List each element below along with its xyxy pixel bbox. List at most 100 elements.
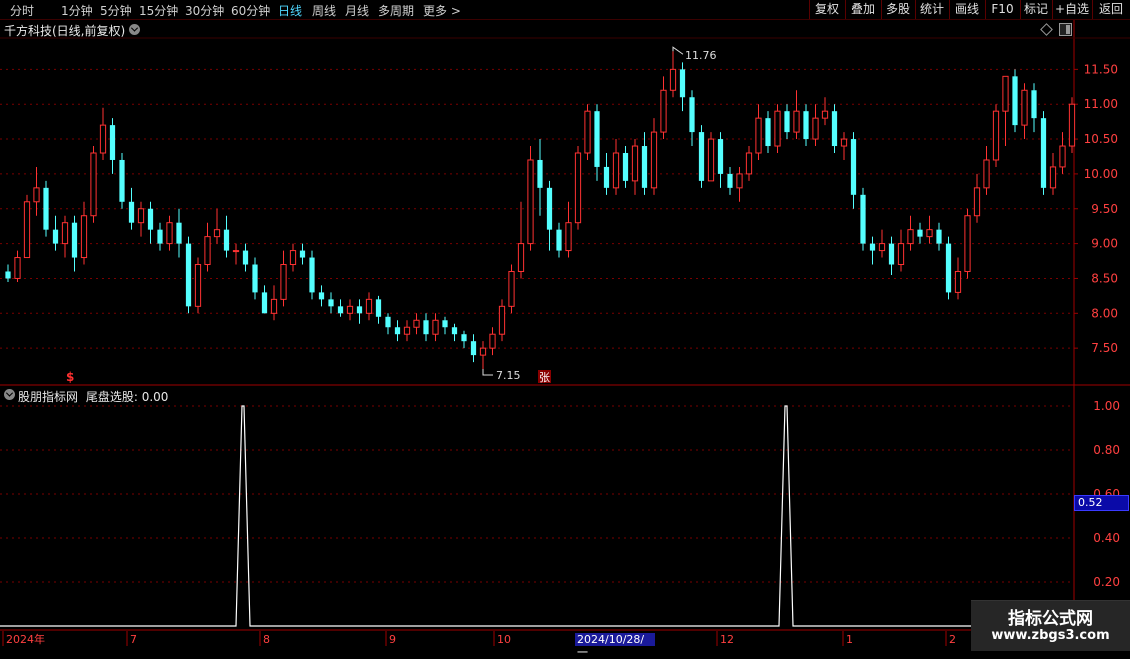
watermark: 指标公式网 www.zbgs3.com: [971, 600, 1130, 651]
price-tick-label: 11.00: [1084, 97, 1118, 111]
candle-body: [5, 271, 11, 279]
candle-body: [375, 299, 382, 317]
candle-body: [707, 138, 715, 182]
candle-body: [679, 69, 686, 98]
price-tick-label: 10.00: [1084, 167, 1118, 181]
candle-body: [176, 222, 182, 244]
candle-body: [394, 327, 401, 335]
candle-body: [565, 222, 572, 252]
candle-body: [109, 125, 116, 160]
date-tick-label: 2: [949, 633, 956, 646]
candle-body: [157, 229, 163, 244]
date-tick-label: 1: [846, 633, 853, 646]
candle-body: [612, 152, 620, 189]
candle-body: [1059, 145, 1066, 168]
panel-toggle-icon[interactable]: [1059, 23, 1072, 36]
indicator-tick-label: 1.00: [1093, 399, 1120, 413]
candle-body: [954, 270, 962, 293]
candle-body: [1031, 90, 1037, 119]
candle-body: [821, 110, 829, 119]
candle-body: [897, 243, 905, 266]
zhang-marker: 张: [539, 371, 550, 384]
candle-body: [755, 117, 762, 154]
candle-body: [80, 215, 88, 259]
candle-body: [232, 250, 240, 253]
date-tick-label: 10: [497, 633, 511, 646]
candle-body: [992, 110, 1000, 161]
watermark-title: 指标公式网: [1008, 609, 1093, 629]
candle-body: [584, 110, 591, 154]
candle-body: [137, 208, 145, 224]
high-pointer: [672, 46, 684, 55]
candle-body: [413, 319, 420, 328]
price-tick-label: 9.00: [1091, 237, 1118, 251]
candle-body: [594, 111, 600, 167]
candle-body: [99, 124, 107, 154]
candle-body: [498, 305, 506, 335]
indicator-site-name: 股朋指标网: [18, 390, 79, 404]
candle-body: [878, 243, 886, 252]
candle-body: [43, 187, 49, 230]
candle-body: [964, 215, 971, 272]
date-tick-label: 7: [130, 633, 137, 646]
indicator-line: [0, 405, 1074, 627]
indicator-cursor-value: 0.52: [1074, 495, 1129, 511]
candle-body: [1049, 166, 1057, 189]
candle-body: [261, 292, 268, 314]
candle-body: [299, 250, 306, 258]
candle-body: [385, 316, 391, 328]
stock-title: 千方科技(日线,前复权): [4, 24, 126, 38]
candle-body: [869, 243, 876, 251]
candle-body: [365, 298, 373, 314]
candle-body: [641, 146, 648, 188]
candle-body: [489, 333, 496, 349]
candle-body: [698, 132, 705, 181]
candle-body: [793, 110, 800, 133]
candle-body: [917, 229, 923, 237]
candle-body: [470, 341, 477, 356]
candle-body: [745, 152, 753, 175]
candle-body: [242, 250, 249, 265]
candle-body: [1040, 118, 1047, 188]
candle-body: [574, 152, 582, 224]
indicator-series-label: 尾盘选股: 0.00: [85, 390, 169, 404]
candle-body: [252, 264, 258, 293]
indicator-title: 股朋指标网 尾盘选股: 0.00: [18, 388, 168, 405]
price-tick-label: 8.00: [1091, 306, 1118, 320]
candle-body: [213, 229, 221, 238]
candle-body: [774, 110, 781, 147]
candle-body: [784, 111, 790, 133]
indicator-dropdown-icon[interactable]: [4, 389, 15, 400]
candle-body: [888, 243, 895, 265]
date-tick-label: 12: [720, 633, 734, 646]
candle-body: [527, 159, 534, 245]
candle-body: [403, 326, 411, 335]
candle-body: [669, 68, 677, 91]
candle-body: [508, 270, 515, 307]
candle-body: [204, 236, 211, 266]
candle-body: [451, 327, 458, 335]
title-dropdown-icon[interactable]: [129, 24, 140, 35]
candle-body: [812, 117, 819, 140]
candle-body: [432, 319, 439, 335]
chart-canvas: 11.5011.0010.5010.009.509.008.508.007.50…: [0, 20, 1130, 646]
candle-body: [1002, 75, 1009, 112]
date-tick-label: 8: [263, 633, 270, 646]
candle-body: [631, 145, 639, 182]
candle-body: [689, 97, 695, 133]
candle-body: [1021, 89, 1028, 126]
candle-body: [337, 306, 344, 314]
candle-body: [831, 111, 838, 147]
cursor-date-label: 2024/10/28/一: [575, 633, 655, 659]
price-tick-label: 10.50: [1084, 132, 1118, 146]
indicator-tick-label: 0.40: [1093, 531, 1120, 545]
low-pointer: [482, 369, 493, 376]
candle-body: [33, 187, 40, 203]
indicator-tick-label: 0.80: [1093, 443, 1120, 457]
candle-body: [166, 222, 173, 245]
date-tick-label: 2024年: [6, 632, 45, 646]
date-tick-label: 9: [389, 633, 396, 646]
candle-body: [907, 229, 914, 245]
candle-body: [537, 159, 543, 188]
candle-body: [270, 298, 278, 314]
